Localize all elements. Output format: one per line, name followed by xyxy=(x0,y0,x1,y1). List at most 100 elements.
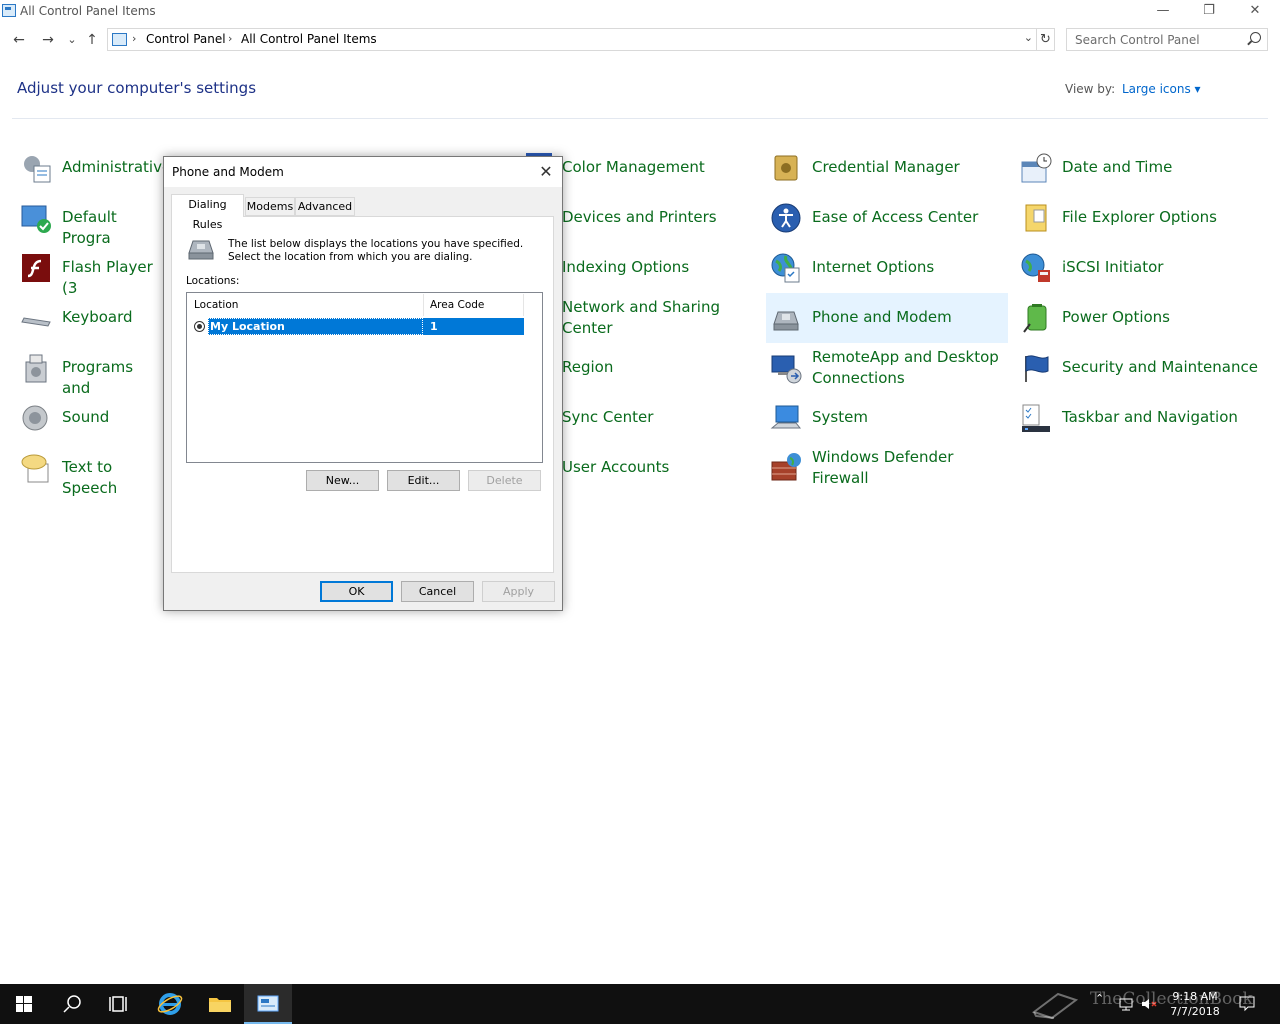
item-label: Devices and Printers xyxy=(562,208,717,226)
start-button[interactable] xyxy=(0,984,48,1024)
search-icon xyxy=(63,995,81,1013)
apply-button[interactable]: Apply xyxy=(482,581,555,602)
search-placeholder: Search Control Panel xyxy=(1075,33,1200,47)
search-button[interactable] xyxy=(48,984,96,1024)
item-label: Internet Options xyxy=(812,258,935,276)
item-text-to-speech[interactable]: Text to Speech xyxy=(16,443,166,497)
refresh-button[interactable]: ↻ xyxy=(1037,28,1055,51)
item-label: Windows Defender Firewall xyxy=(812,448,954,487)
control-panel-icon xyxy=(112,33,127,46)
item-label: Keyboard xyxy=(62,308,133,326)
item-remoteapp[interactable]: RemoteApp and Desktop Connections xyxy=(766,343,1008,393)
locations-label: Locations: xyxy=(186,275,240,287)
breadcrumb-all-items[interactable]: All Control Panel Items xyxy=(241,32,377,46)
programs-icon xyxy=(25,354,47,383)
iscsi-globe-icon xyxy=(1021,253,1050,282)
item-label: iSCSI Initiator xyxy=(1062,258,1164,276)
search-icon[interactable] xyxy=(1250,32,1261,43)
computer-icon xyxy=(770,405,802,429)
battery-icon xyxy=(1023,304,1047,333)
list-header: Location Area Code xyxy=(188,294,541,316)
item-label: Taskbar and Navigation xyxy=(1062,408,1238,426)
locations-list[interactable]: Location Area Code My Location 1 xyxy=(186,292,543,463)
item-label: Network and Sharing Center xyxy=(562,298,720,337)
phone-and-modem-dialog: Phone and Modem ✕ Dialing Rules Modems A… xyxy=(163,156,563,611)
new-button[interactable]: New... xyxy=(306,470,379,491)
file-explorer-button[interactable] xyxy=(196,984,244,1024)
vault-icon xyxy=(774,155,798,181)
delete-button[interactable]: Delete xyxy=(468,470,541,491)
page-title: Adjust your computer's settings xyxy=(17,79,257,97)
item-flash-player[interactable]: Flash Player (3 xyxy=(16,243,166,297)
tab-modems[interactable]: Modems xyxy=(245,197,295,216)
default-programs-icon xyxy=(21,205,51,233)
edit-button[interactable]: Edit... xyxy=(387,470,460,491)
item-label: Ease of Access Center xyxy=(812,208,979,226)
watermark-book-icon xyxy=(1031,992,1079,1020)
task-view-icon xyxy=(109,996,127,1012)
list-item[interactable]: My Location 1 xyxy=(193,318,524,335)
folder-icon xyxy=(209,998,231,1012)
item-default-programs[interactable]: Default Progra xyxy=(16,193,166,247)
breadcrumb-control-panel[interactable]: Control Panel xyxy=(146,32,226,46)
item-label: Security and Maintenance xyxy=(1062,358,1258,376)
item-file-explorer-options[interactable]: File Explorer Options xyxy=(1016,193,1266,243)
view-by-dropdown[interactable]: Large icons ▾ xyxy=(1122,82,1201,96)
item-credential-manager[interactable]: Credential Manager xyxy=(766,143,1008,193)
speech-bubble-icon xyxy=(21,454,49,483)
control-panel-icon xyxy=(2,4,16,17)
ok-button[interactable]: OK xyxy=(320,581,393,602)
up-button[interactable]: ↑ xyxy=(82,30,102,50)
column-header-area-code[interactable]: Area Code xyxy=(424,294,524,316)
minimize-button[interactable]: — xyxy=(1140,0,1186,24)
recent-locations-button[interactable]: ⌄ xyxy=(62,30,82,50)
item-label: Indexing Options xyxy=(562,258,690,276)
location-radio[interactable] xyxy=(194,321,205,332)
tab-dialing-rules[interactable]: Dialing Rules xyxy=(171,194,244,231)
item-internet-options[interactable]: Internet Options xyxy=(766,243,1008,293)
item-keyboard[interactable]: Keyboard xyxy=(16,293,166,343)
item-programs-and-features[interactable]: Programs and xyxy=(16,343,166,397)
item-windows-defender-firewall[interactable]: Windows Defender Firewall xyxy=(766,443,1008,493)
globe-icon xyxy=(771,253,800,283)
phone-icon xyxy=(773,311,799,331)
breadcrumb-separator: › xyxy=(228,32,233,45)
back-button[interactable]: ← xyxy=(9,30,29,50)
view-by-label: View by: xyxy=(1065,82,1116,96)
search-input[interactable]: Search Control Panel xyxy=(1066,28,1268,51)
item-system[interactable]: System xyxy=(766,393,1008,443)
folder-options-icon xyxy=(1025,204,1047,232)
item-label: Text to Speech xyxy=(62,458,118,497)
cancel-button[interactable]: Cancel xyxy=(401,581,474,602)
tab-advanced[interactable]: Advanced xyxy=(295,197,355,216)
flag-icon xyxy=(1025,355,1049,382)
item-iscsi-initiator[interactable]: iSCSI Initiator xyxy=(1016,243,1266,293)
item-taskbar-and-navigation[interactable]: Taskbar and Navigation xyxy=(1016,393,1266,443)
restore-button[interactable]: ❐ xyxy=(1186,0,1232,24)
dialog-close-button[interactable]: ✕ xyxy=(536,162,556,182)
window-title: All Control Panel Items xyxy=(20,4,156,18)
column-header-location[interactable]: Location xyxy=(188,294,424,316)
windows-logo-icon xyxy=(16,996,32,1012)
control-panel-taskbar-button[interactable] xyxy=(244,984,292,1024)
item-date-and-time[interactable]: Date and Time xyxy=(1016,143,1266,193)
chevron-down-icon[interactable]: ⌄ xyxy=(1024,31,1033,44)
title-bar: All Control Panel Items — ❐ ✕ xyxy=(0,0,1280,24)
breadcrumb-separator: › xyxy=(132,32,137,45)
speaker-icon xyxy=(22,405,48,431)
item-label: File Explorer Options xyxy=(1062,208,1217,226)
address-box[interactable]: › Control Panel › All Control Panel Item… xyxy=(107,28,1037,51)
internet-explorer-button[interactable] xyxy=(146,984,194,1024)
phone-icon xyxy=(188,240,214,260)
item-label: Date and Time xyxy=(1062,158,1173,176)
task-view-button[interactable] xyxy=(96,984,144,1024)
item-administrative-tools[interactable]: Administrative xyxy=(16,143,171,193)
item-phone-and-modem[interactable]: Phone and Modem xyxy=(766,293,1008,343)
forward-button[interactable]: → xyxy=(38,30,58,50)
item-power-options[interactable]: Power Options xyxy=(1016,293,1266,343)
location-name: My Location xyxy=(208,318,423,335)
item-ease-of-access-center[interactable]: Ease of Access Center xyxy=(766,193,1008,243)
item-sound[interactable]: Sound xyxy=(16,393,166,443)
close-button[interactable]: ✕ xyxy=(1232,0,1278,24)
item-security-and-maintenance[interactable]: Security and Maintenance xyxy=(1016,343,1266,393)
